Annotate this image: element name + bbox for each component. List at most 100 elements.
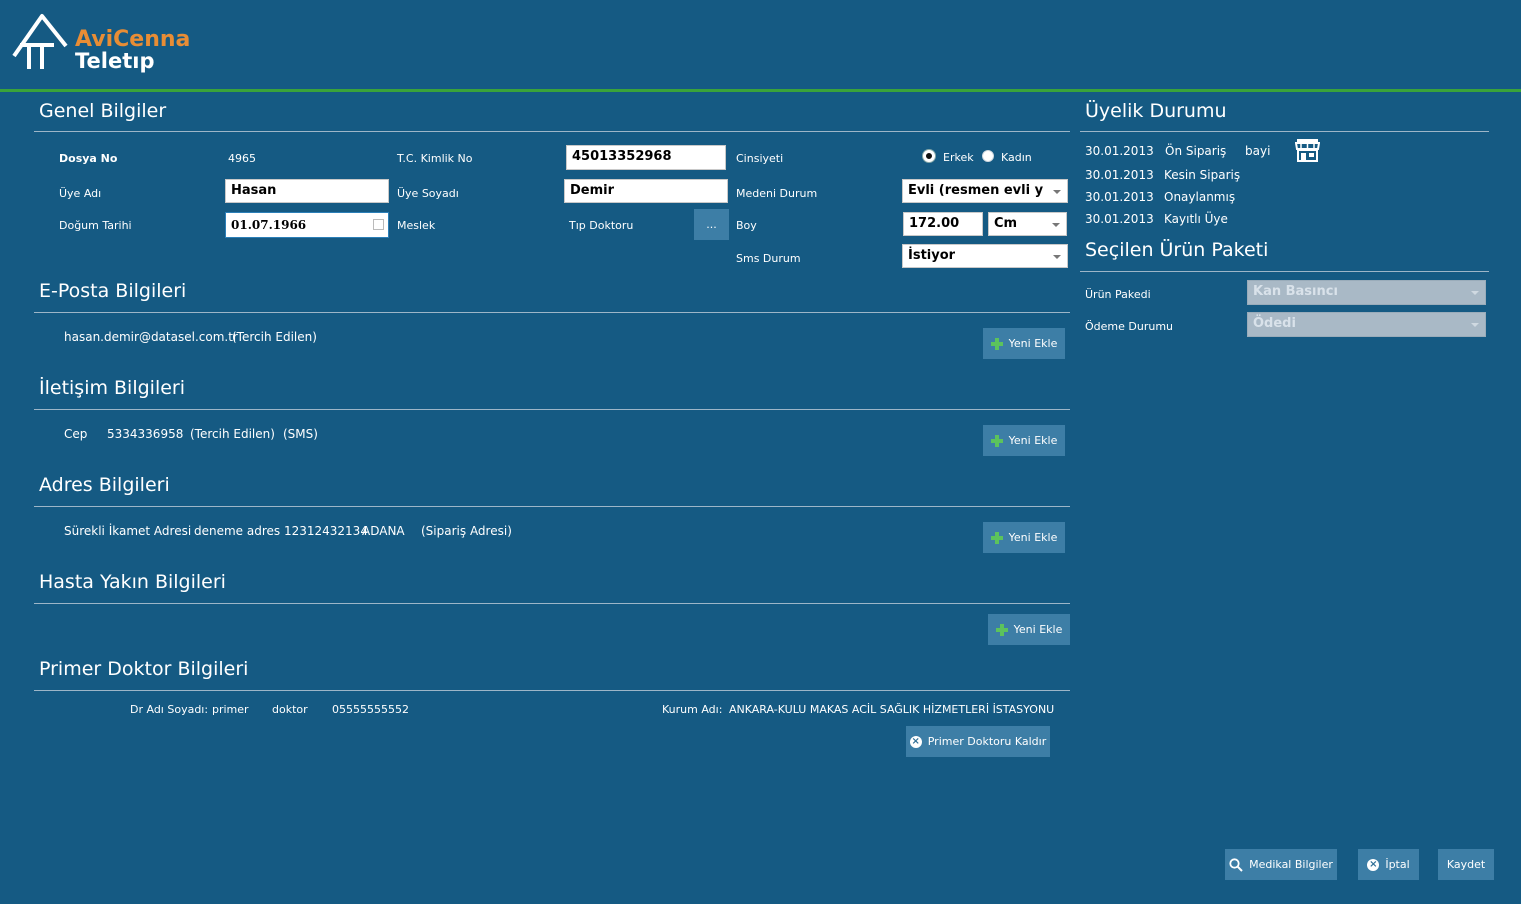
dr-first-name: primer [212, 703, 249, 716]
uyelik-date-2: 30.01.2013 [1085, 190, 1154, 204]
genel-title: Genel Bilgiler [39, 100, 167, 122]
genel-rule [34, 131, 1070, 132]
dogum-label: Doğum Tarihi [59, 219, 132, 232]
uyelik-date-1: 30.01.2013 [1085, 168, 1154, 182]
address-note: (Sipariş Adresi) [421, 524, 512, 538]
dogum-value: 01.07.1966 [231, 218, 307, 232]
yakin-add-label: Yeni Ekle [1013, 623, 1063, 636]
uyelik-rule [1080, 131, 1489, 132]
email-pref: (Tercih Edilen) [232, 330, 317, 344]
address-city: ADANA [362, 524, 405, 538]
dosya-no-label: Dosya No [59, 152, 118, 165]
dosya-no-value: 4965 [228, 152, 256, 165]
gender-erkek-radio[interactable] [923, 150, 935, 162]
remove-primer-button[interactable]: × Primer Doktoru Kaldır [906, 726, 1050, 757]
uyelik-date-0: 30.01.2013 [1085, 144, 1154, 158]
uye-adi-label: Üye Adı [59, 187, 102, 200]
cinsiyet-label: Cinsiyeti [736, 152, 784, 165]
sms-label: Sms Durum [736, 252, 801, 265]
odeme-select-value: Ödedi [1253, 316, 1296, 331]
phone-pref: (Tercih Edilen) [190, 427, 275, 441]
uyelik-date-3: 30.01.2013 [1085, 212, 1154, 226]
iptal-label: İptal [1385, 858, 1410, 871]
store-icon[interactable] [1295, 138, 1320, 163]
plus-icon [995, 623, 1008, 636]
kurum-label: Kurum Adı: [662, 703, 723, 716]
urun-select-value: Kan Basıncı [1253, 284, 1338, 299]
chevron-down-icon [1053, 190, 1061, 194]
address-add-button[interactable]: Yeni Ekle [983, 522, 1065, 553]
logo-product: Teletıp [75, 49, 155, 73]
gender-kadin-label: Kadın [1001, 151, 1032, 164]
phone-value: 5334336958 [107, 427, 184, 441]
chevron-down-icon [1053, 255, 1061, 259]
gender-erkek-label: Erkek [943, 151, 974, 164]
yakin-rule [34, 603, 1070, 604]
yakin-add-button[interactable]: Yeni Ekle [988, 614, 1070, 645]
uyelik-status-1: Kesin Sipariş [1164, 168, 1241, 182]
eposta-title: E-Posta Bilgileri [39, 280, 187, 302]
logo-house-icon [12, 14, 68, 69]
paket-rule [1080, 271, 1489, 272]
boy-label: Boy [736, 219, 757, 232]
remove-primer-label: Primer Doktoru Kaldır [927, 735, 1047, 748]
medeni-label: Medeni Durum [736, 187, 818, 200]
phone-add-button[interactable]: Yeni Ekle [983, 425, 1065, 456]
uyelik-extra-0: bayi [1245, 144, 1271, 158]
urun-label: Ürün Pakedi [1085, 288, 1151, 301]
email-add-label: Yeni Ekle [1008, 337, 1058, 350]
gender-kadin-radio[interactable] [982, 150, 994, 162]
boy-unit-select[interactable]: Cm [988, 212, 1067, 236]
plus-icon [990, 337, 1003, 350]
search-icon [1229, 857, 1243, 872]
dogum-input[interactable]: 01.07.1966 [225, 212, 389, 238]
uyelik-status-0: Ön Sipariş [1165, 144, 1227, 158]
uye-adi-input[interactable]: Hasan [225, 179, 389, 203]
sms-select-value: İstiyor [908, 248, 956, 263]
iptal-button[interactable]: × İptal [1358, 849, 1419, 880]
close-icon: × [909, 735, 922, 748]
medeni-select[interactable]: Evli (resmen evli y [902, 179, 1068, 203]
dr-phone: 05555555552 [332, 703, 409, 716]
kaydet-button[interactable]: Kaydet [1438, 849, 1494, 880]
odeme-select[interactable]: Ödedi [1247, 312, 1486, 337]
sms-select[interactable]: İstiyor [902, 244, 1068, 268]
phone-add-label: Yeni Ekle [1008, 434, 1058, 447]
uyelik-title: Üyelik Durumu [1085, 100, 1227, 122]
address-value: deneme adres 12312432134 [194, 524, 368, 538]
plus-icon [990, 531, 1003, 544]
eposta-rule [34, 312, 1070, 313]
chevron-down-icon [1052, 223, 1060, 227]
paket-title: Seçilen Ürün Paketi [1085, 239, 1269, 261]
boy-input[interactable]: 172.00 [903, 212, 983, 236]
chevron-down-icon [1471, 291, 1479, 295]
iletisim-rule [34, 409, 1070, 410]
medikal-bilgiler-label: Medikal Bilgiler [1249, 858, 1333, 871]
adres-rule [34, 506, 1070, 507]
primer-rule [34, 690, 1070, 691]
phone-type: Cep [64, 427, 88, 441]
tc-label: T.C. Kimlik No [397, 152, 473, 165]
urun-select[interactable]: Kan Basıncı [1247, 280, 1486, 305]
calendar-icon[interactable] [373, 219, 384, 230]
header-divider [0, 89, 1521, 92]
meslek-value: Tıp Doktoru [569, 219, 634, 232]
tc-input[interactable]: 45013352968 [566, 145, 726, 170]
email-value: hasan.demir@datasel.com.tr [64, 330, 238, 344]
kurum-value: ANKARA-KULU MAKAS ACİL SAĞLIK HİZMETLERİ… [729, 703, 1055, 716]
uyelik-status-2: Onaylanmış [1164, 190, 1236, 204]
phone-sms: (SMS) [283, 427, 318, 441]
meslek-select-button[interactable]: ... [694, 209, 729, 240]
email-add-button[interactable]: Yeni Ekle [983, 328, 1065, 359]
uye-soyadi-label: Üye Soyadı [397, 187, 459, 200]
address-type: Sürekli İkamet Adresi [64, 524, 192, 538]
chevron-down-icon [1471, 323, 1479, 327]
address-add-label: Yeni Ekle [1008, 531, 1058, 544]
close-icon: × [1367, 858, 1380, 871]
adres-title: Adres Bilgileri [39, 474, 170, 496]
odeme-label: Ödeme Durumu [1085, 320, 1174, 333]
dr-last-name: doktor [272, 703, 308, 716]
yakin-title: Hasta Yakın Bilgileri [39, 571, 226, 593]
uye-soyadi-input[interactable]: Demir [564, 179, 728, 203]
medikal-bilgiler-button[interactable]: Medikal Bilgiler [1225, 849, 1337, 880]
